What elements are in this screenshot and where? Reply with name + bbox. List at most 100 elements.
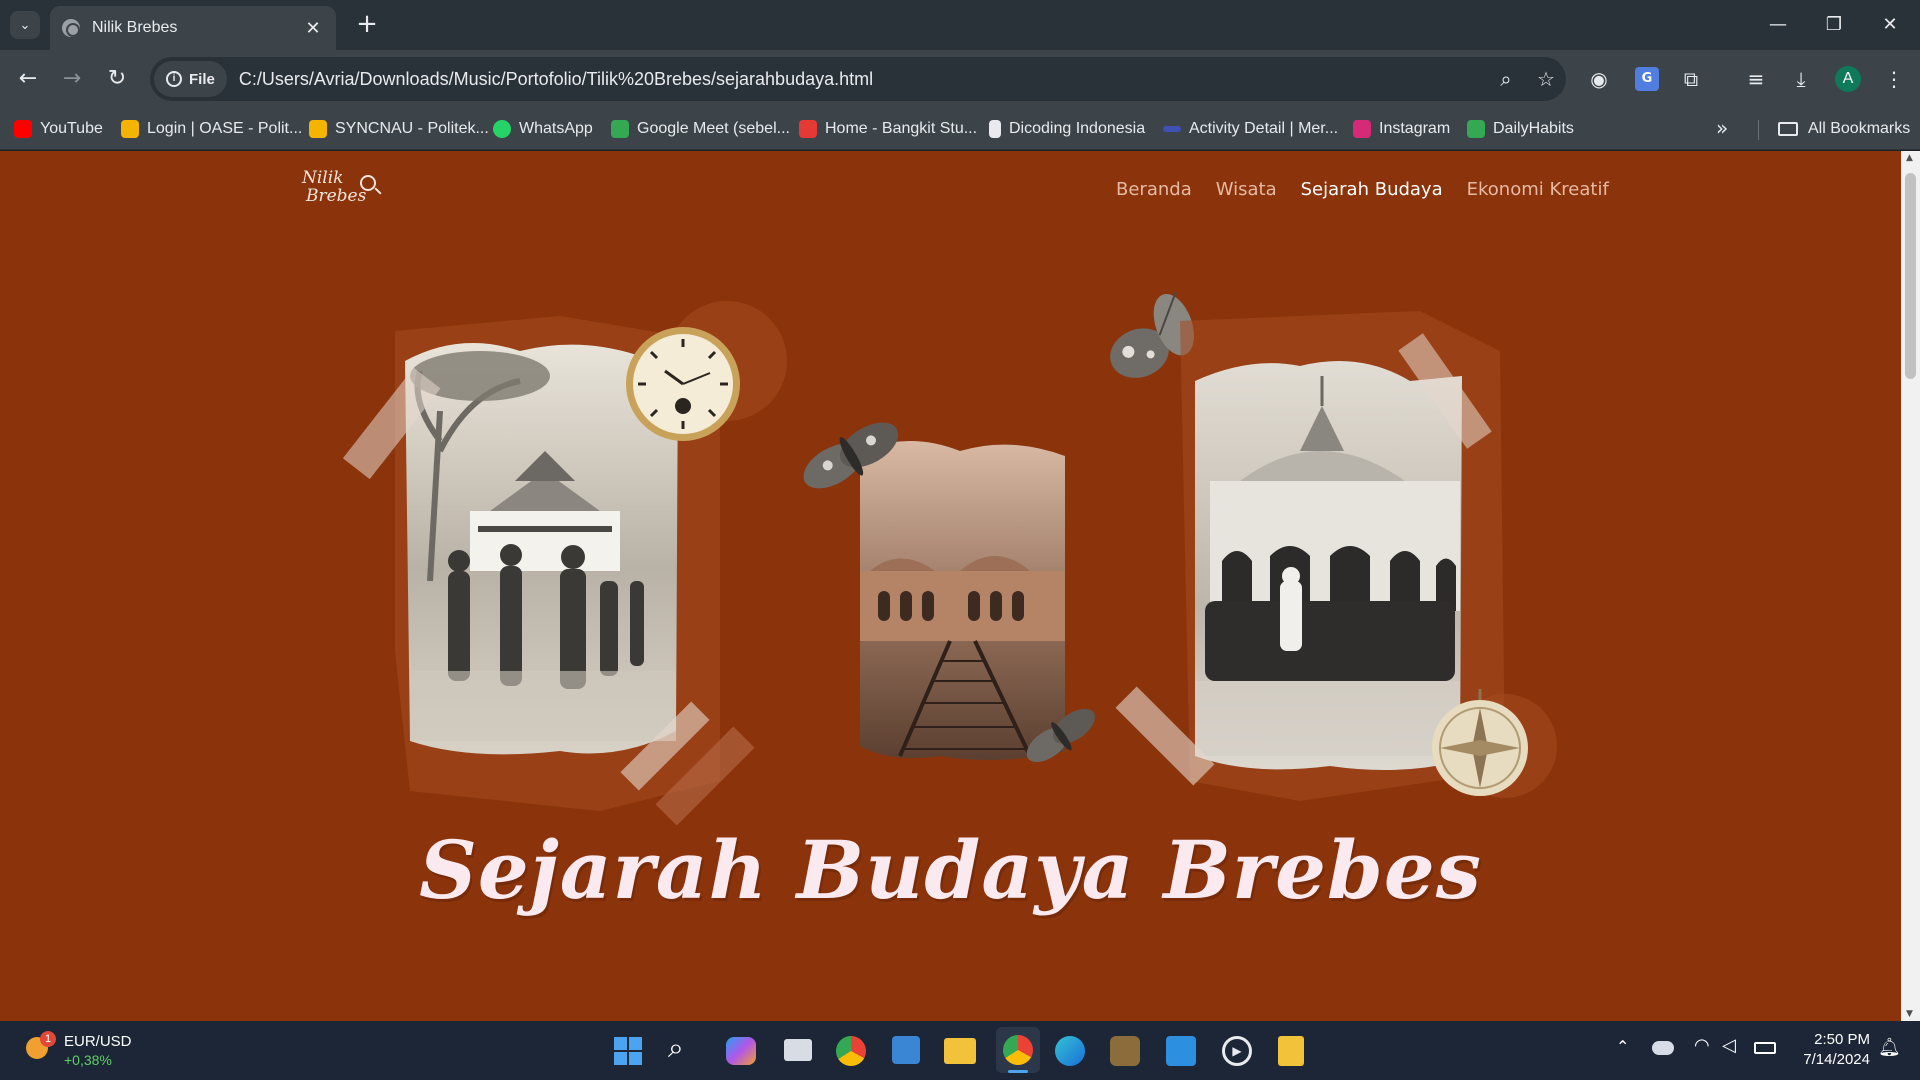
clock-decoration xyxy=(626,301,787,441)
bookmark-whatsapp[interactable]: WhatsApp xyxy=(493,116,593,142)
logo-line-1: Nilik xyxy=(302,168,344,188)
bookmark-label: Home - Bangkit Stu... xyxy=(825,120,978,137)
back-button[interactable]: ← xyxy=(12,63,44,95)
browser-toolbar: ← → ↻ i File C:/Users/Avria/Downloads/Mu… xyxy=(0,50,1920,108)
media-control-icon[interactable]: ≡ xyxy=(1740,63,1772,95)
activity-icon xyxy=(1163,126,1181,132)
forward-button[interactable]: → xyxy=(56,63,88,95)
extensions-icon[interactable]: ⧉ xyxy=(1675,63,1707,95)
bookmark-syncnau[interactable]: SYNCNAU - Politek... xyxy=(309,116,489,142)
chrome-taskbar-icon[interactable] xyxy=(836,1036,866,1066)
site-navigation: Beranda Wisata Sejarah Budaya Ekonomi Kr… xyxy=(1116,179,1609,200)
syncnau-icon xyxy=(309,120,327,138)
bookmark-dicoding[interactable]: Dicoding Indonesia xyxy=(989,116,1145,142)
nav-beranda[interactable]: Beranda xyxy=(1116,179,1192,200)
media-player-icon[interactable]: ▶ xyxy=(1222,1036,1252,1066)
bookmark-label: Instagram xyxy=(1379,120,1451,137)
extension-owl-icon[interactable]: ◉ xyxy=(1583,63,1615,95)
vscode-icon[interactable] xyxy=(1166,1036,1196,1066)
info-icon: i xyxy=(166,71,182,87)
minimize-button[interactable]: — xyxy=(1758,10,1798,40)
bookmark-dailyhabits[interactable]: DailyHabits xyxy=(1467,116,1574,142)
reload-button[interactable]: ↻ xyxy=(101,63,133,95)
task-view-icon[interactable] xyxy=(784,1039,812,1061)
bookmark-bangkit[interactable]: Home - Bangkit Stu... xyxy=(799,116,977,142)
nav-ekonomi-kreatif[interactable]: Ekonomi Kreatif xyxy=(1467,179,1609,200)
page-content: Nilik Brebes Beranda Wisata Sejarah Buda… xyxy=(0,151,1901,1021)
tab-close-icon[interactable]: ✕ xyxy=(302,18,324,39)
nav-sejarah-budaya[interactable]: Sejarah Budaya xyxy=(1301,179,1443,200)
game-app-icon[interactable] xyxy=(1110,1036,1140,1066)
address-bar[interactable]: i File C:/Users/Avria/Downloads/Music/Po… xyxy=(150,57,1566,101)
battery-icon[interactable] xyxy=(1754,1042,1776,1054)
all-bookmarks-label: All Bookmarks xyxy=(1808,120,1911,137)
url-text[interactable]: C:/Users/Avria/Downloads/Music/Portofoli… xyxy=(239,69,1486,90)
bookmark-label: Activity Detail | Mer... xyxy=(1189,120,1339,137)
more-bookmarks-icon[interactable]: » xyxy=(1716,116,1728,140)
photo-middle xyxy=(860,441,1065,760)
active-tab[interactable]: Nilik Brebes ✕ xyxy=(50,6,336,50)
taskbar-date: 7/14/2024 xyxy=(1803,1051,1870,1068)
bookmark-oase[interactable]: Login | OASE - Polit... xyxy=(121,116,302,142)
scroll-up-icon[interactable]: ▲ xyxy=(1906,153,1913,163)
start-icon[interactable] xyxy=(614,1037,642,1065)
file-explorer-icon[interactable] xyxy=(944,1038,976,1064)
bookmark-label: DailyHabits xyxy=(1493,120,1574,137)
dailyhabits-icon xyxy=(1467,120,1485,138)
whatsapp-icon xyxy=(493,120,511,138)
tab-title: Nilik Brebes xyxy=(92,19,178,36)
widget-badge: 1 xyxy=(40,1031,56,1047)
hero-title: Sejarah Budaya Brebes xyxy=(419,823,1482,917)
scroll-down-icon[interactable]: ▼ xyxy=(1906,1009,1913,1019)
translate-icon[interactable]: G xyxy=(1635,67,1659,91)
bookmark-label: WhatsApp xyxy=(519,120,593,137)
bangkit-icon xyxy=(799,120,817,138)
notification-bell-icon[interactable]: 🔔︎ xyxy=(1878,1037,1901,1058)
close-window-button[interactable]: ✕ xyxy=(1870,10,1910,40)
bookmark-instagram[interactable]: Instagram xyxy=(1353,116,1450,142)
tab-search-button[interactable]: ⌄ xyxy=(10,11,40,39)
edge-icon[interactable] xyxy=(1055,1036,1085,1066)
bookmark-label: Login | OASE - Polit... xyxy=(147,120,303,137)
copilot-icon[interactable] xyxy=(726,1037,756,1065)
new-tab-button[interactable]: + xyxy=(352,10,382,40)
taskbar-time: 2:50 PM xyxy=(1814,1031,1870,1048)
site-info-chip[interactable]: i File xyxy=(154,61,227,97)
bookmark-youtube[interactable]: YouTube xyxy=(14,116,103,142)
menu-icon[interactable]: ⋮ xyxy=(1878,63,1910,95)
page-scrollbar[interactable]: ▲ ▼ xyxy=(1901,151,1920,1021)
folder-icon xyxy=(1778,122,1798,136)
search-icon[interactable]: ⌕ xyxy=(668,1031,684,1065)
bookmark-google-meet[interactable]: Google Meet (sebel... xyxy=(611,116,790,142)
download-icon[interactable]: ⤓ xyxy=(1785,63,1817,95)
widget-value: +0,38% xyxy=(64,1052,112,1068)
file-chip-label: File xyxy=(189,70,215,88)
dicoding-icon xyxy=(989,120,1001,138)
instagram-icon xyxy=(1353,120,1371,138)
volume-icon[interactable]: ◁ xyxy=(1722,1035,1736,1056)
bookmark-activity-detail[interactable]: Activity Detail | Mer... xyxy=(1163,116,1338,142)
globe-icon xyxy=(62,19,80,37)
bookmarks-bar: YouTube Login | OASE - Polit... SYNCNAU … xyxy=(0,108,1920,150)
bookmark-label: Google Meet (sebel... xyxy=(637,120,790,137)
bookmark-label: Dicoding Indonesia xyxy=(1009,120,1146,137)
weather-widget[interactable]: 1 EUR/USD +0,38% xyxy=(22,1031,172,1071)
youtube-icon xyxy=(14,120,32,138)
profile-avatar[interactable]: A xyxy=(1835,66,1861,92)
all-bookmarks-button[interactable]: All Bookmarks xyxy=(1778,116,1910,142)
clock-area[interactable]: 2:50 PM 7/14/2024 xyxy=(1790,1030,1870,1070)
notes-app-icon[interactable] xyxy=(1278,1036,1304,1066)
restore-button[interactable]: ❐ xyxy=(1814,10,1854,40)
scrollbar-thumb[interactable] xyxy=(1905,173,1916,379)
onedrive-icon[interactable] xyxy=(1652,1041,1674,1055)
nav-wisata[interactable]: Wisata xyxy=(1216,179,1277,200)
wifi-icon[interactable]: ◠ xyxy=(1694,1035,1710,1056)
site-logo[interactable]: Nilik Brebes xyxy=(302,169,382,205)
bookmark-star-icon[interactable]: ☆ xyxy=(1526,67,1566,91)
tray-chevron-icon[interactable]: ⌃ xyxy=(1616,1037,1629,1056)
store-icon[interactable] xyxy=(892,1036,920,1064)
zoom-icon[interactable]: ⌕ xyxy=(1486,67,1526,91)
bookmarks-divider xyxy=(1758,120,1759,140)
taskbar: 1 EUR/USD +0,38% ⌕ ▶ ⌃ ◠ ◁ 2:50 PM 7/14/… xyxy=(0,1021,1920,1080)
chrome-active-icon[interactable] xyxy=(996,1027,1040,1073)
